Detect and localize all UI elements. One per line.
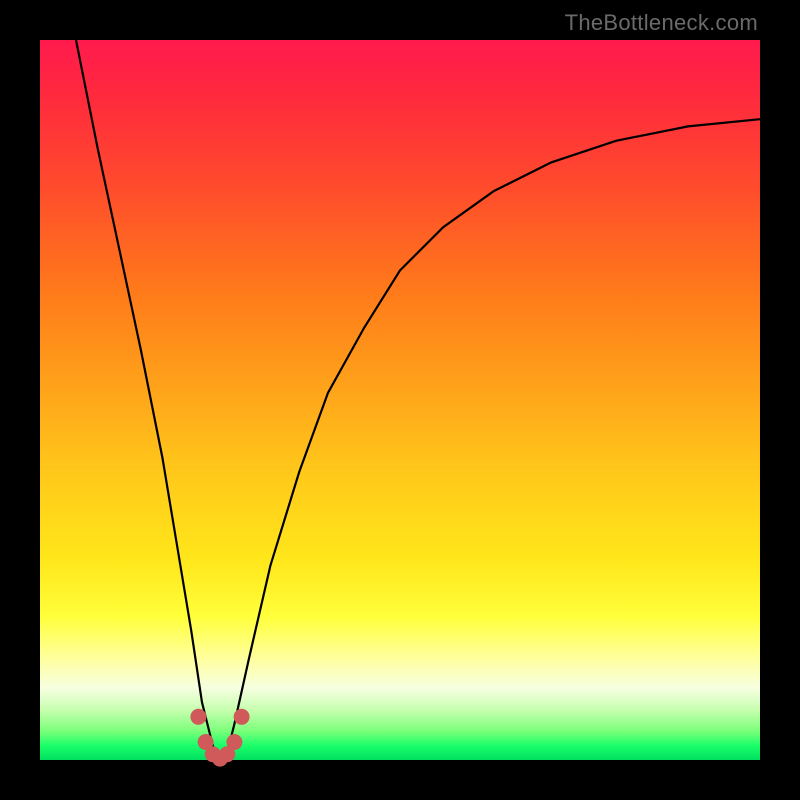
highlight-dot <box>190 709 206 725</box>
watermark-text: TheBottleneck.com <box>565 10 758 36</box>
bottleneck-curve <box>76 40 760 760</box>
highlight-dot <box>234 709 250 725</box>
highlight-dots-group <box>190 709 249 767</box>
chart-frame: TheBottleneck.com <box>0 0 800 800</box>
plot-area <box>40 40 760 760</box>
highlight-dot <box>226 734 242 750</box>
curve-layer <box>40 40 760 760</box>
